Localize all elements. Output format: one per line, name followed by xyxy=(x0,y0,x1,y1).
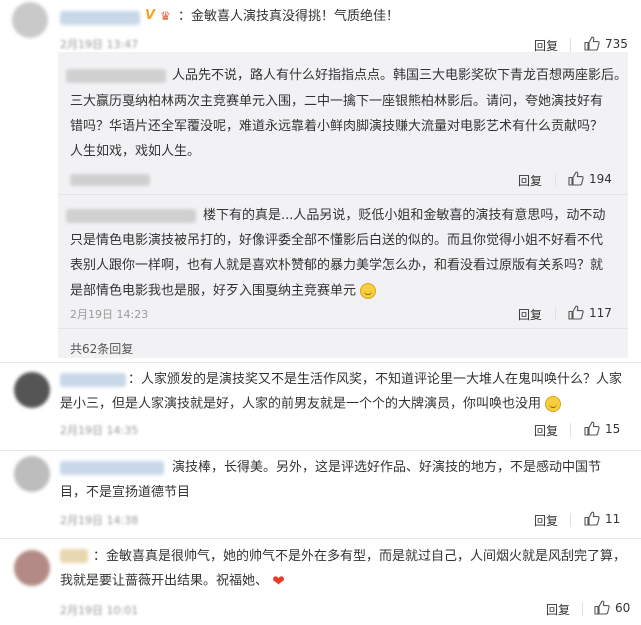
divider xyxy=(555,307,556,321)
thumbs-up-icon xyxy=(594,600,610,615)
avatar[interactable] xyxy=(14,550,50,586)
like-button[interactable]: 117 xyxy=(568,305,612,320)
divider xyxy=(570,513,571,527)
comment-text-line: ：人家颁发的是演技奖又不是生活作风奖，不知道评论里一大堆人在鬼叫唤什么？人家 xyxy=(128,372,623,387)
reply-text-line: 人生如戏，戏如人生。 xyxy=(70,144,201,159)
thumbs-up-icon xyxy=(584,36,600,51)
reply-text-line: 错吗？华语片还全军覆没呢，难道永远靠着小鲜肉脚演技赚大流量对电影艺术有什么贡献吗… xyxy=(70,119,604,134)
reply-button[interactable]: 回复 xyxy=(518,172,542,189)
reply-text-line: 楼下有的真是...人品另说，贬低小姐和金敏喜的演技有意思吗，动不动 xyxy=(203,208,606,223)
reply-thread: 人品先不说，路人有什么好指指点点。韩国三大电影奖砍下青龙百想两座影后。 三大赢历… xyxy=(58,52,628,358)
comment-date: 2月19日 14:35 xyxy=(60,424,139,437)
like-button[interactable]: 735 xyxy=(584,36,628,51)
comment-text-line: 是小三，但是人家演技就是好，人家的前男友就是一个个的大牌演员，你叫唤也没用 xyxy=(60,396,562,413)
comment-text-line: 演技棒，长得美。另外，这是评选好作品、好演技的地方，不是感动中国节 xyxy=(172,460,602,475)
reply-button[interactable]: 回复 xyxy=(534,512,558,529)
reply-button[interactable]: 回复 xyxy=(546,601,570,618)
view-all-replies-link[interactable]: 共62条回复 xyxy=(70,340,133,357)
smile-emoji-icon xyxy=(360,283,377,299)
reply-text-line: 是部情色电影我也是服，好歹入围戛纳主竞赛单元 xyxy=(70,283,377,300)
comment-text-line: 我就是要让蔷薇开出结果。祝福她、 ❤ xyxy=(60,572,285,590)
comment-text: ：金敏喜人演技真没得挑！气质绝佳！ xyxy=(178,9,400,24)
like-button[interactable]: 60 xyxy=(594,600,630,615)
smile-emoji-icon xyxy=(545,396,562,412)
like-count: 194 xyxy=(589,171,612,186)
comment-3: 演技棒，长得美。另外，这是评选好作品、好演技的地方，不是感动中国节 目，不是宣扬… xyxy=(0,450,641,536)
thumbs-up-icon xyxy=(568,171,584,186)
thumbs-up-icon xyxy=(584,511,600,526)
avatar[interactable] xyxy=(14,456,50,492)
heart-emoji-icon: ❤ xyxy=(272,572,285,590)
comment-1: V ♛ ：金敏喜人演技真没得挑！气质绝佳！ 2月19日 13:47 回复 735 xyxy=(0,0,641,53)
divider xyxy=(570,423,571,437)
reply-username[interactable] xyxy=(66,209,196,223)
reply-username[interactable] xyxy=(66,69,166,83)
avatar[interactable] xyxy=(14,372,50,408)
username[interactable] xyxy=(60,461,164,475)
comment-date: 2月19日 14:38 xyxy=(60,514,139,527)
divider xyxy=(582,602,583,616)
reply-button[interactable]: 回复 xyxy=(518,306,542,323)
reply-text-line: 三大赢历戛纳柏林两次主竞赛单元入围，二中一擒下一座银熊柏林影后。请问，夸她演技好… xyxy=(70,94,604,109)
username[interactable] xyxy=(60,373,126,387)
thumbs-up-icon xyxy=(568,305,584,320)
verified-badge-icon: V xyxy=(145,8,156,23)
separator xyxy=(58,328,628,329)
comment-text-line: ：金敏喜真是很帅气，她的帅气不是外在多有型，而是就过自己，人间烟火就是风刮完了算… xyxy=(93,549,627,564)
like-count: 15 xyxy=(605,421,621,436)
reply-text-line: 表别人跟你一样啊，也有人就是喜欢朴赞郁的暴力美学怎么办，和看没看过原版有关系吗？… xyxy=(70,258,604,273)
reply-date xyxy=(70,174,150,186)
comment-date: 2月19日 10:01 xyxy=(60,604,139,617)
divider xyxy=(570,38,571,52)
like-button[interactable]: 194 xyxy=(568,171,612,186)
like-button[interactable]: 15 xyxy=(584,421,620,436)
like-count: 735 xyxy=(605,36,628,51)
comment-4: ：金敏喜真是很帅气，她的帅气不是外在多有型，而是就过自己，人间烟火就是风刮完了算… xyxy=(0,538,641,625)
thumbs-up-icon xyxy=(584,421,600,436)
crown-icon: ♛ xyxy=(160,9,171,23)
reply-button[interactable]: 回复 xyxy=(534,422,558,439)
comment-2: ：人家颁发的是演技奖又不是生活作风奖，不知道评论里一大堆人在鬼叫唤什么？人家 是… xyxy=(0,362,641,448)
comment-date: 2月19日 13:47 xyxy=(60,38,139,51)
like-count: 11 xyxy=(605,511,621,526)
reply-text-line: 人品先不说，路人有什么好指指点点。韩国三大电影奖砍下青龙百想两座影后。 xyxy=(172,68,628,83)
username[interactable] xyxy=(60,11,140,25)
reply-date: 2月19日 14:23 xyxy=(70,308,149,321)
like-count: 60 xyxy=(615,600,631,615)
username[interactable] xyxy=(60,549,88,563)
like-button[interactable]: 11 xyxy=(584,511,620,526)
separator xyxy=(58,194,628,195)
comment-text-line: 目，不是宣扬道德节目 xyxy=(60,485,191,500)
like-count: 117 xyxy=(589,305,612,320)
avatar[interactable] xyxy=(12,2,48,38)
divider xyxy=(555,173,556,187)
reply-text-line: 只是情色电影演技被吊打的，好像评委全部不懂影后白送的似的。而且你觉得小姐不好看不… xyxy=(70,233,604,248)
